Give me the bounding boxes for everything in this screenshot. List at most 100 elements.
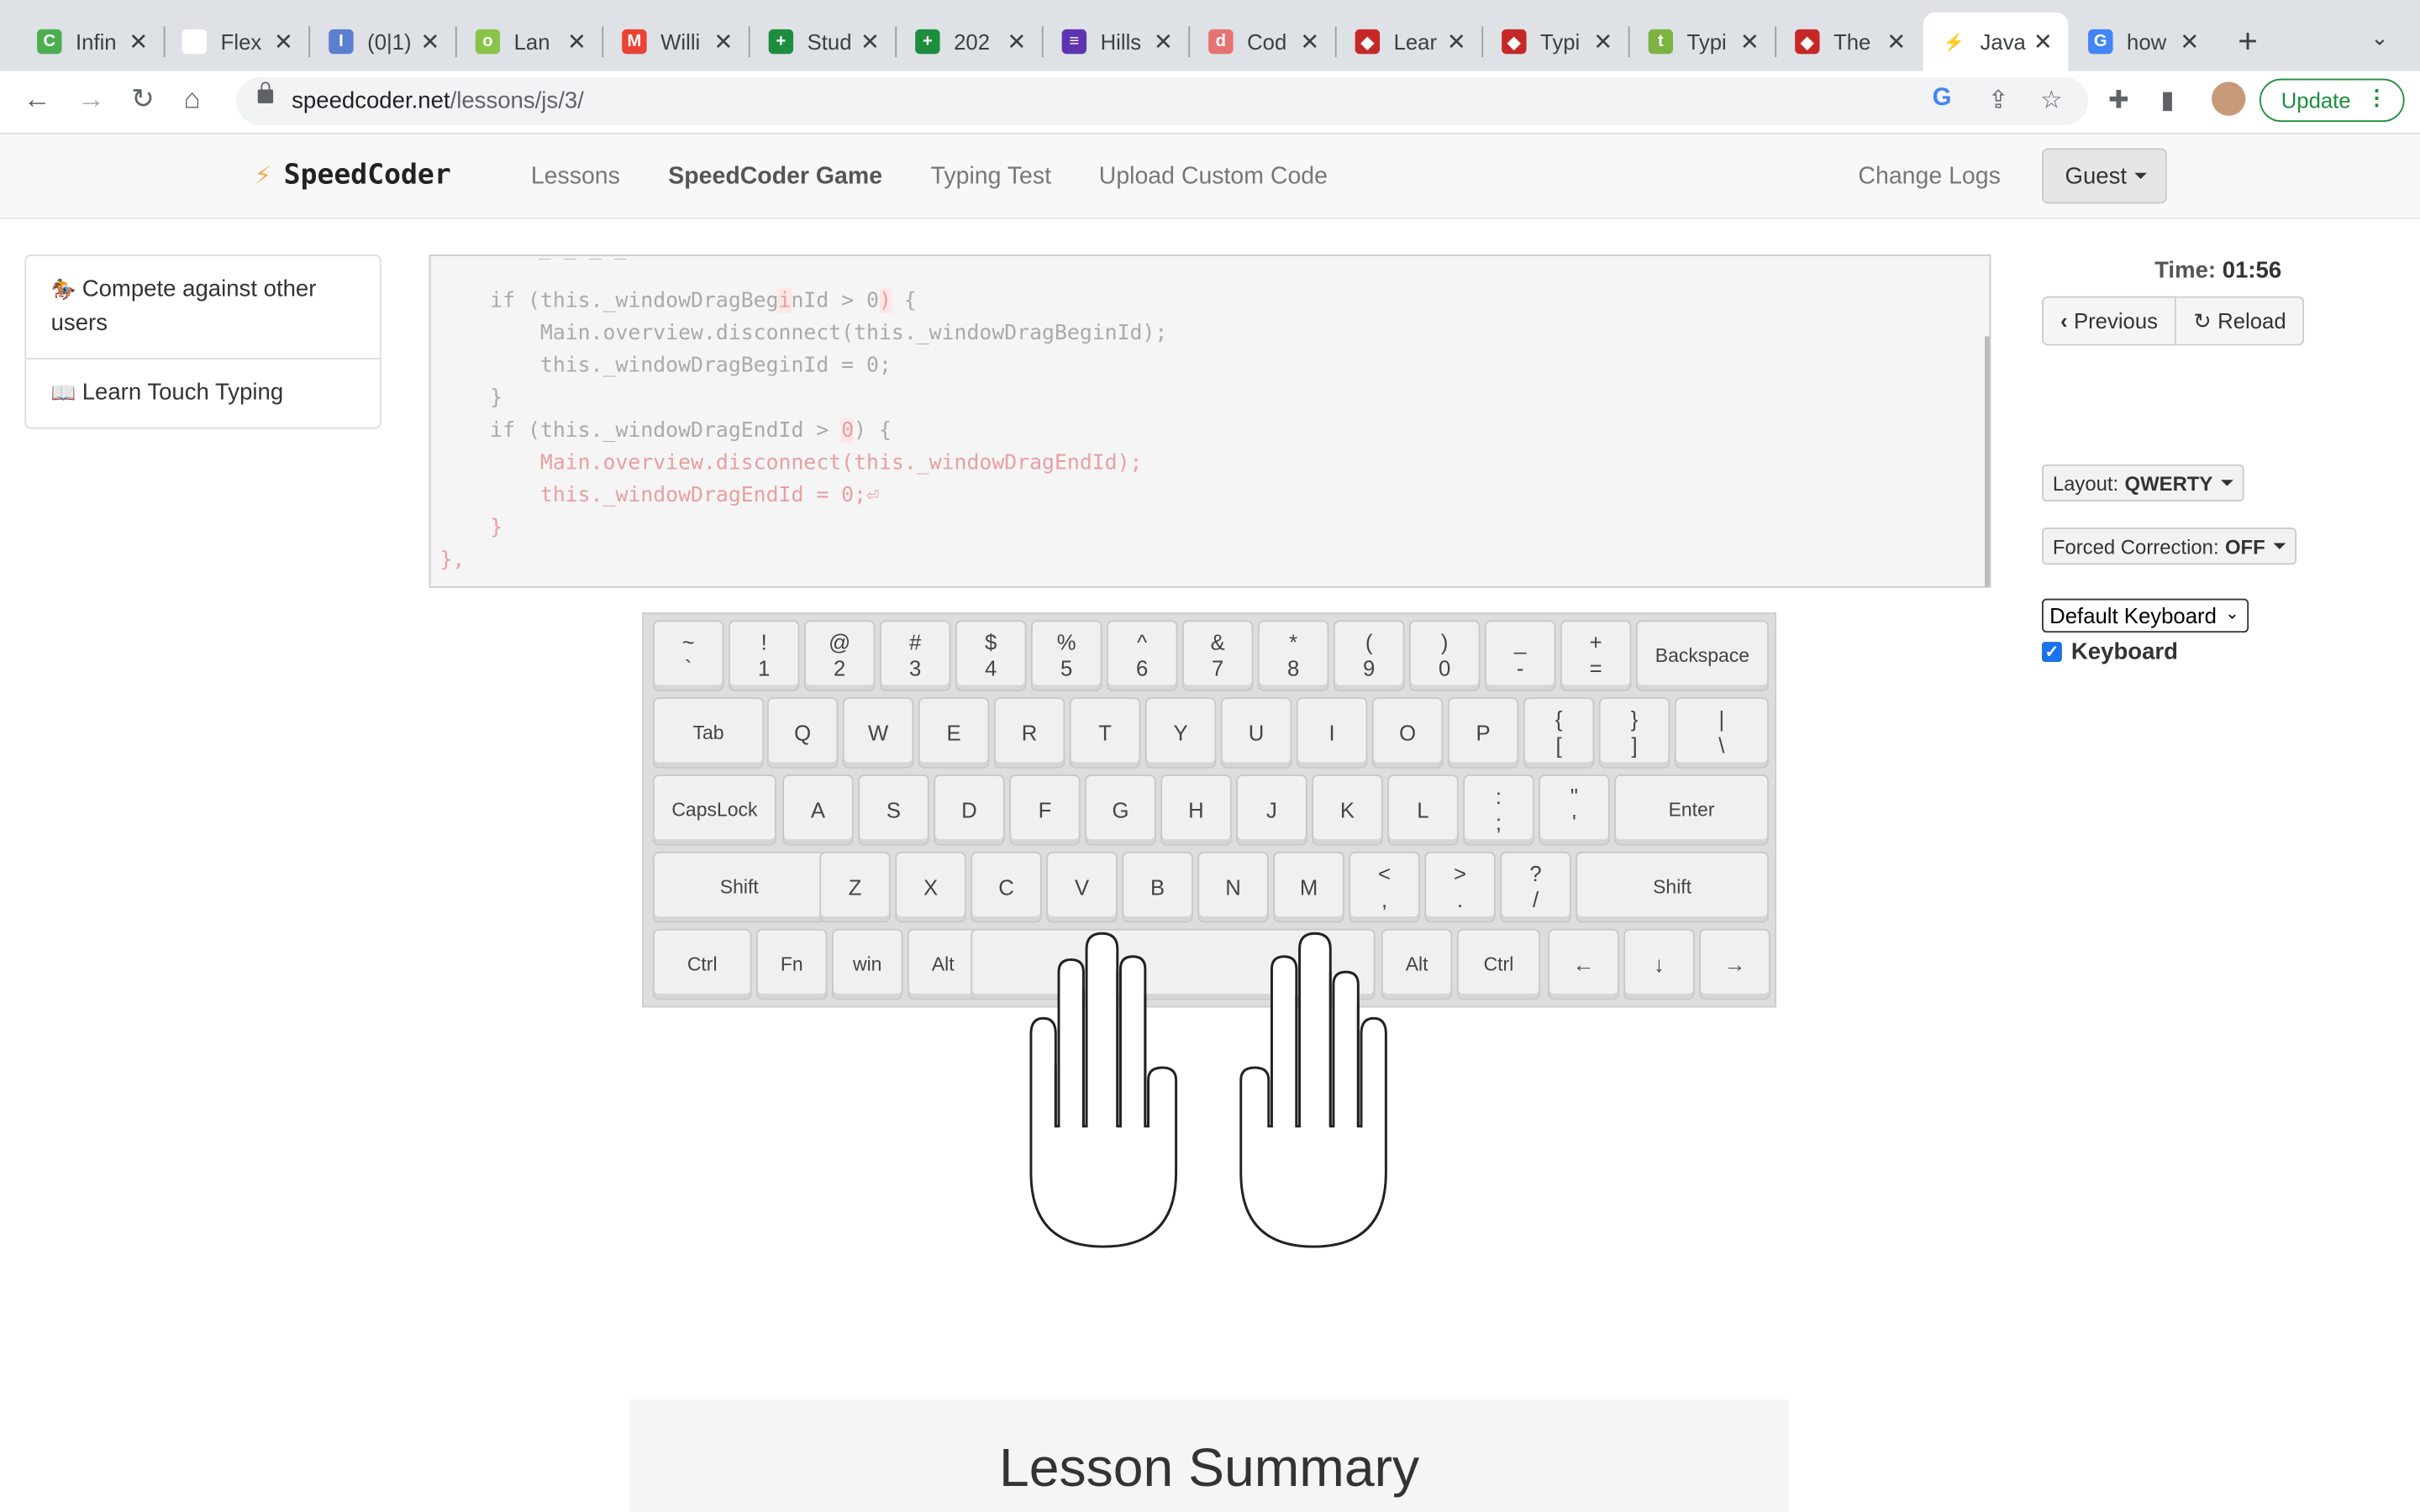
tab-close-icon[interactable]: ✕ [860,28,880,55]
key-shift[interactable]: Shift [652,851,826,923]
key-y[interactable]: Y [1144,697,1217,769]
key-r[interactable]: R [993,697,1065,769]
profile-avatar[interactable] [2212,81,2246,116]
browser-tab[interactable]: + Stud ✕ [750,13,896,71]
browser-tab[interactable]: ◆ The ✕ [1776,13,1922,71]
key--[interactable]: → [1699,928,1770,1000]
key-s[interactable]: S [858,774,929,846]
brand-logo[interactable]: ⚡ SpeedCoder [255,159,451,192]
tab-close-icon[interactable]: ✕ [1007,28,1026,55]
key-f[interactable]: F [1009,774,1081,846]
key-n[interactable]: N [1197,851,1269,923]
browser-tab[interactable]: t Typi ✕ [1630,13,1776,71]
key-g[interactable]: G [1085,774,1156,846]
key-d[interactable]: D [934,774,1005,846]
keyboard-style-select[interactable]: Default Keyboard ⌄ [2042,598,2249,633]
key--[interactable]: ? / [1500,851,1571,923]
code-scrollbar[interactable] [1985,336,1990,586]
key--[interactable]: + = [1560,620,1632,691]
key-u[interactable]: U [1220,697,1292,769]
tab-close-icon[interactable]: ✕ [1886,28,1906,55]
tab-close-icon[interactable]: ✕ [420,28,439,55]
browser-tab[interactable]: Ghow ✕ [2070,13,2215,71]
nav-speedcoder-game[interactable]: SpeedCoder Game [668,164,882,192]
key-i[interactable]: I [1296,697,1368,769]
key-a[interactable]: A [782,774,854,846]
update-button[interactable]: Update ⋮ [2259,78,2405,123]
key-x[interactable]: X [895,851,966,923]
key-w[interactable]: W [842,697,914,769]
extensions-icon[interactable]: ✚ [2108,85,2129,116]
browser-tab[interactable]: ≡ Hills ✕ [1044,13,1189,71]
previous-button[interactable]: ‹ Previous [2042,296,2177,346]
sidebar-item-compete[interactable]: 🏇 Compete against other users [26,256,380,358]
home-icon[interactable]: ⌂ [184,83,201,116]
key-tab[interactable]: Tab [652,697,765,769]
key-b[interactable]: B [1122,851,1193,923]
browser-tab[interactable]: ◆ Typi ✕ [1483,13,1628,71]
key-l[interactable]: L [1387,774,1459,846]
browser-tab[interactable]: ⚡ Java ✕ [1923,12,2069,71]
tab-search-chevron-icon[interactable]: ⌄ [2370,24,2389,50]
key-alt[interactable]: Alt [908,928,979,1000]
url-text[interactable]: speedcoder.net/lessons/js/3/ [292,88,584,114]
tab-close-icon[interactable]: ✕ [1154,28,1173,55]
tab-close-icon[interactable]: ✕ [2033,28,2053,55]
menu-dots-icon[interactable]: ⋮ [2366,85,2388,111]
key--[interactable]: " ' [1539,774,1610,846]
nav-change-logs[interactable]: Change Logs [1858,164,2000,192]
tab-close-icon[interactable]: ✕ [129,28,148,55]
tab-close-icon[interactable]: ✕ [1593,28,1612,55]
guest-dropdown[interactable]: Guest [2042,148,2167,204]
tab-close-icon[interactable]: ✕ [1740,28,1760,55]
back-arrow-icon[interactable]: ← [24,83,51,116]
sidebar-item-touch-typing[interactable]: 📖 Learn Touch Typing [26,358,380,428]
tab-close-icon[interactable]: ✕ [1447,28,1466,55]
share-icon[interactable]: ⇪ [1988,85,2009,116]
key-m[interactable]: M [1273,851,1344,923]
key--[interactable]: ~ ` [652,620,724,691]
key-fn[interactable]: Fn [756,928,828,1000]
tab-close-icon[interactable]: ✕ [713,28,733,55]
key-j[interactable]: J [1236,774,1307,846]
tab-close-icon[interactable]: ✕ [1300,28,1319,55]
key-backspace[interactable]: Backspace [1635,620,1769,691]
key--[interactable]: ← [1548,928,1619,1000]
browser-tab[interactable]: I (0|1) ✕ [310,13,455,71]
key-q[interactable]: Q [766,697,839,769]
tab-close-icon[interactable]: ✕ [567,28,587,55]
key-4[interactable]: $4 [955,620,1027,691]
browser-tab[interactable]: C Infin ✕ [18,13,164,71]
key--[interactable]: }] [1598,697,1670,769]
tab-close-icon[interactable]: ✕ [274,28,293,55]
key-capslock[interactable]: CapsLock [652,774,776,846]
key-enter[interactable]: Enter [1614,774,1769,846]
forward-arrow-icon[interactable]: → [77,83,105,116]
key-p[interactable]: P [1447,697,1519,769]
side-panel-icon[interactable]: ▮ [2160,85,2174,116]
key-shift[interactable]: Shift [1576,851,1769,923]
reload-button[interactable]: ↻ Reload [2176,296,2305,346]
browser-tab[interactable]: Flex ✕ [164,13,309,71]
address-bar[interactable]: speedcoder.net/lessons/js/3/ [236,76,2089,125]
code-editor[interactable]: _ _ _ _ if (this._windowDragBeginId > 0)… [429,255,1991,588]
key-o[interactable]: O [1371,697,1444,769]
key-win[interactable]: win [832,928,903,1000]
key--[interactable]: _ - [1484,620,1556,691]
key--[interactable]: <, [1349,851,1420,923]
key-7[interactable]: & 7 [1181,620,1254,691]
key-t[interactable]: T [1069,697,1141,769]
key-2[interactable]: @2 [803,620,876,691]
new-tab-button[interactable]: + [2238,22,2258,62]
browser-tab[interactable]: M Willi ✕ [603,13,749,71]
keyboard-toggle[interactable]: ✓ Keyboard [2042,638,2178,665]
key-v[interactable]: V [1046,851,1118,923]
key-c[interactable]: C [971,851,1042,923]
key-k[interactable]: K [1312,774,1383,846]
key--[interactable]: :; [1463,774,1534,846]
key-3[interactable]: #3 [879,620,951,691]
key--[interactable]: ↓ [1623,928,1695,1000]
google-lens-icon[interactable]: G [1933,85,1952,113]
key--[interactable]: {[ [1523,697,1595,769]
nav-lessons[interactable]: Lessons [531,164,620,192]
